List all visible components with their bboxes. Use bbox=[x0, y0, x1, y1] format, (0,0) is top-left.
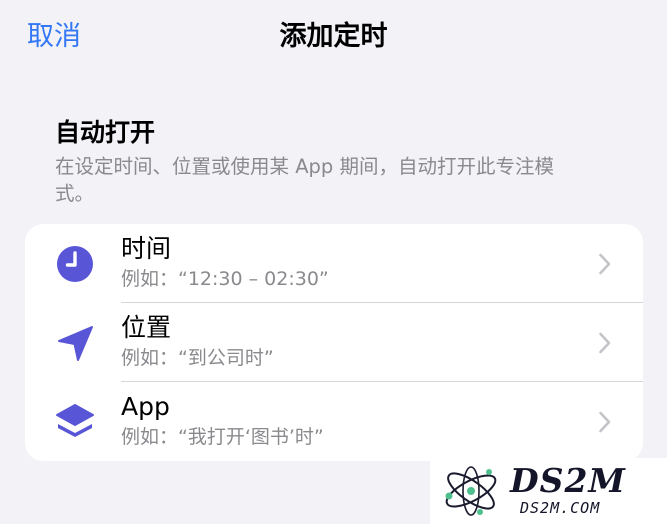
watermark: DS2M DS2M.COM bbox=[430, 458, 667, 524]
chevron-right-icon bbox=[599, 253, 611, 275]
chevron-right-icon bbox=[599, 411, 611, 433]
atom-logo-icon bbox=[445, 466, 497, 516]
list-item-location[interactable]: 位置 例如：“到公司时” bbox=[25, 303, 643, 382]
list-item-label: 位置 bbox=[121, 313, 172, 342]
navigation-bar: 取消 添加定时 bbox=[0, 0, 667, 76]
watermark-name: DS2M bbox=[510, 461, 626, 500]
list-item-app[interactable]: App 例如：“我打开‘图书’时” bbox=[25, 382, 643, 461]
clock-icon bbox=[57, 246, 93, 282]
section-title: 自动打开 bbox=[55, 118, 156, 147]
list-item-subtitle: 例如：“到公司时” bbox=[121, 347, 274, 369]
section-description: 在设定时间、位置或使用某 App 期间，自动打开此专注模式。 bbox=[55, 155, 554, 205]
page-title: 添加定时 bbox=[279, 21, 388, 52]
location-arrow-icon bbox=[58, 326, 93, 361]
list-item-label: 时间 bbox=[121, 234, 172, 263]
schedule-options-list: 时间 例如：“12:30 – 02:30” 位置 例如：“到公司时” App 例… bbox=[25, 224, 643, 461]
app-stack-icon bbox=[56, 404, 94, 437]
list-item-label: App bbox=[121, 392, 170, 421]
list-item-subtitle: 例如：“我打开‘图书’时” bbox=[121, 426, 324, 448]
list-item-subtitle: 例如：“12:30 – 02:30” bbox=[121, 268, 329, 290]
list-item-time[interactable]: 时间 例如：“12:30 – 02:30” bbox=[25, 224, 643, 303]
chevron-right-icon bbox=[599, 332, 611, 354]
watermark-domain: DS2M.COM bbox=[520, 499, 601, 517]
